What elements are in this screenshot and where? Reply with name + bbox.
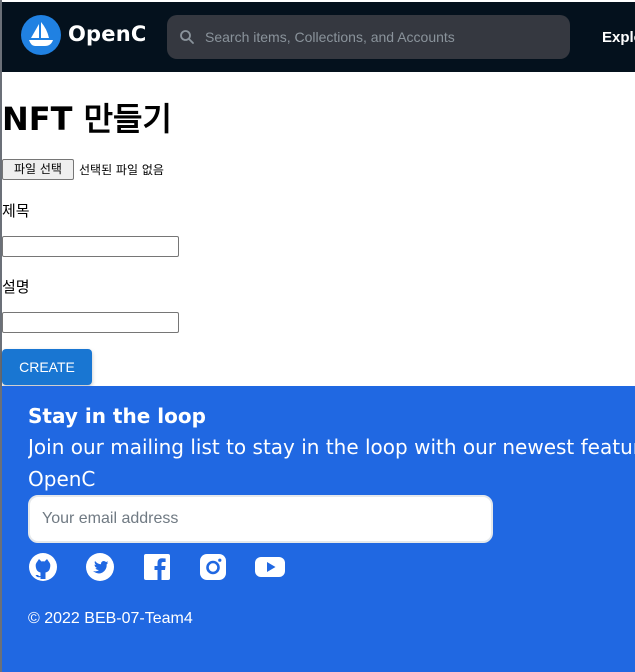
logo-icon[interactable] bbox=[21, 15, 61, 55]
footer-brand: OpenC bbox=[28, 467, 96, 491]
youtube-icon[interactable] bbox=[254, 552, 286, 582]
title-input[interactable] bbox=[2, 236, 179, 257]
email-input[interactable] bbox=[28, 495, 493, 543]
facebook-icon[interactable] bbox=[142, 552, 172, 582]
brand-name[interactable]: OpenC bbox=[68, 22, 147, 46]
github-icon[interactable] bbox=[28, 552, 58, 582]
description-label: 설명 bbox=[2, 278, 30, 296]
search-input[interactable] bbox=[205, 15, 560, 59]
footer: Stay in the loop Join our mailing list t… bbox=[2, 386, 635, 672]
nav-explore-link[interactable]: Explore bbox=[602, 29, 635, 46]
page-title: NFT 만들기 bbox=[2, 100, 172, 138]
description-input[interactable] bbox=[2, 312, 179, 333]
top-navbar: OpenC Explore bbox=[2, 2, 635, 72]
title-label: 제목 bbox=[2, 202, 30, 220]
newsletter-subtext: Join our mailing list to stay in the loo… bbox=[28, 435, 635, 459]
instagram-icon[interactable] bbox=[198, 552, 228, 582]
newsletter-heading: Stay in the loop bbox=[28, 404, 206, 428]
search-icon bbox=[180, 30, 194, 44]
search-bar[interactable] bbox=[167, 15, 570, 59]
copyright-text: © 2022 BEB-07-Team4 bbox=[28, 610, 193, 627]
file-status-text: 선택된 파일 없음 bbox=[79, 163, 164, 177]
create-button[interactable]: CREATE bbox=[2, 349, 92, 385]
twitter-icon[interactable] bbox=[85, 552, 115, 582]
file-select-button[interactable]: 파일 선택 bbox=[2, 159, 74, 180]
